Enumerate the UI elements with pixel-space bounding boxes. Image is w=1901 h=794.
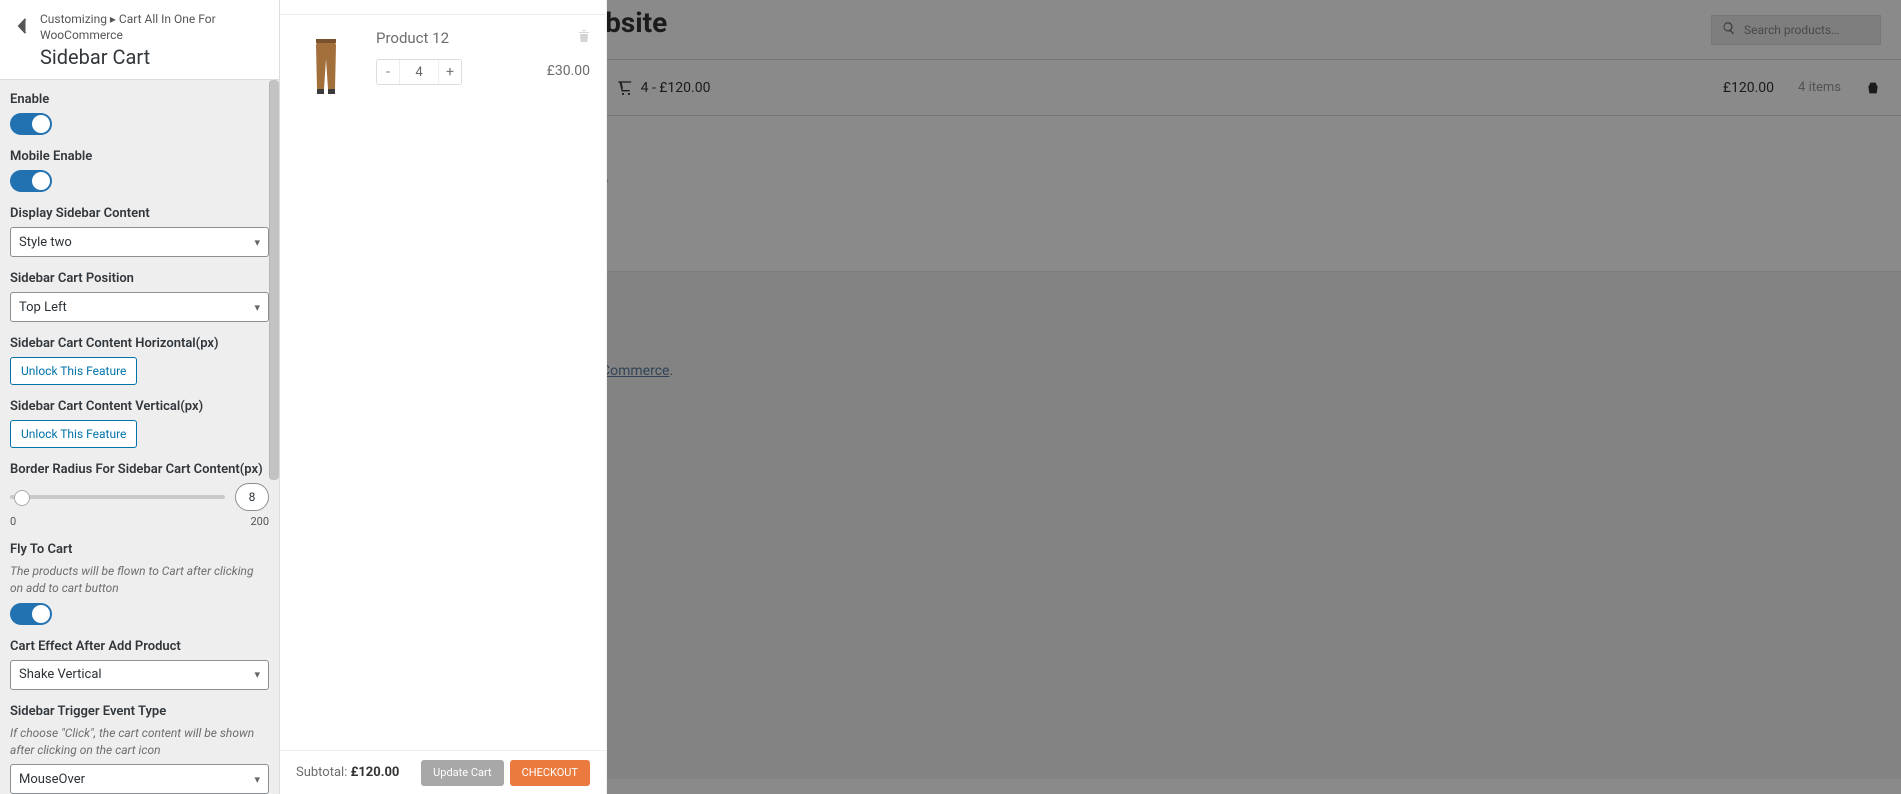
cart-items-count: 4 items (1798, 80, 1841, 95)
subtotal-value: £120.00 (351, 765, 400, 780)
horizontal-label: Sidebar Cart Content Horizontal(px) (10, 336, 269, 351)
basket-icon[interactable] (1865, 80, 1881, 96)
effect-value: Shake Vertical (19, 667, 102, 682)
position-value: Top Left (19, 300, 67, 315)
chevron-down-icon: ▾ (254, 773, 260, 786)
search-placeholder: Search products… (1744, 23, 1839, 37)
chevron-down-icon: ▾ (254, 236, 260, 249)
cart-icon (617, 80, 633, 96)
chevron-down-icon: ▾ (254, 668, 260, 681)
fly-toggle[interactable] (10, 603, 52, 625)
cart-item-name[interactable]: Product 12 (376, 29, 590, 47)
cart-total: £120.00 (1723, 80, 1774, 96)
page-heading: Page (520, 156, 1881, 203)
sidebar-cart-panel: Product 12 - 4 + £30.00 Subtotal: £120.0… (280, 0, 607, 794)
vertical-label: Sidebar Cart Content Vertical(px) (10, 399, 269, 414)
display-content-select[interactable]: Style two ▾ (10, 227, 269, 257)
position-select[interactable]: Top Left ▾ (10, 292, 269, 322)
cart-item-price: £30.00 (547, 63, 590, 79)
display-content-value: Style two (19, 235, 72, 250)
footer-copyright: ebsite 2022 (520, 341, 1881, 357)
unlock-vertical-button[interactable]: Unlock This Feature (10, 420, 137, 448)
mobile-enable-toggle[interactable] (10, 170, 52, 192)
effect-select[interactable]: Shake Vertical ▾ (10, 660, 269, 690)
nav-mini-cart-link[interactable]: 4 - £120.00 (617, 80, 711, 96)
mobile-enable-label: Mobile Enable (10, 149, 269, 164)
checkout-button[interactable]: CHECKOUT (510, 760, 590, 786)
remove-item-button[interactable] (578, 29, 590, 47)
breadcrumb: Customizing ▸ Cart All In One For WooCom… (40, 12, 267, 43)
quantity-stepper: - 4 + (376, 59, 462, 85)
cart-item: Product 12 - 4 + £30.00 (296, 29, 590, 97)
position-label: Sidebar Cart Position (10, 271, 269, 286)
customizer-controls: Enable Mobile Enable Display Sidebar Con… (0, 80, 279, 794)
subtotal: Subtotal: £120.00 (296, 765, 399, 780)
trigger-label: Sidebar Trigger Event Type (10, 704, 269, 719)
footer-period: . (669, 363, 673, 379)
display-content-label: Display Sidebar Content (10, 206, 269, 221)
trigger-description: If choose "Click", the cart content will… (10, 725, 269, 759)
section-title: Sidebar Cart (40, 45, 267, 69)
search-icon (1722, 21, 1736, 38)
mini-cart-top-rule (280, 0, 606, 15)
chevron-down-icon: ▾ (254, 301, 260, 314)
search-input[interactable]: Search products… (1711, 15, 1881, 45)
radius-slider[interactable] (10, 495, 225, 499)
subtotal-label: Subtotal: (296, 765, 347, 780)
chevron-left-icon (17, 18, 27, 34)
pants-icon (306, 37, 346, 97)
radius-value-box[interactable]: 8 (235, 483, 269, 511)
customizer-header: Customizing ▸ Cart All In One For WooCom… (0, 0, 279, 80)
nav-cart-summary: 4 - £120.00 (641, 80, 711, 96)
back-button[interactable] (4, 4, 40, 48)
scrollbar[interactable] (269, 80, 279, 480)
radius-label: Border Radius For Sidebar Cart Content(p… (10, 462, 269, 477)
radius-min: 0 (10, 515, 16, 528)
unlock-horizontal-button[interactable]: Unlock This Feature (10, 357, 137, 385)
fly-label: Fly To Cart (10, 542, 269, 557)
mini-cart-footer: Subtotal: £120.00 Update Cart CHECKOUT (280, 750, 606, 794)
product-thumbnail[interactable] (296, 29, 356, 97)
radius-max: 200 (250, 515, 269, 528)
qty-increase-button[interactable]: + (439, 60, 461, 84)
enable-toggle[interactable] (10, 113, 52, 135)
mini-cart-body: Product 12 - 4 + £30.00 (280, 15, 606, 750)
trash-icon (578, 29, 590, 43)
customizer-panel: Customizing ▸ Cart All In One For WooCom… (0, 0, 280, 794)
qty-decrease-button[interactable]: - (377, 60, 399, 84)
trigger-value: MouseOver (19, 772, 85, 787)
enable-label: Enable (10, 92, 269, 107)
effect-label: Cart Effect After Add Product (10, 639, 269, 654)
qty-value: 4 (399, 60, 439, 84)
update-cart-button[interactable]: Update Cart (421, 760, 503, 786)
fly-description: The products will be flown to Cart after… (10, 563, 269, 597)
trigger-select[interactable]: MouseOver ▾ (10, 764, 269, 794)
